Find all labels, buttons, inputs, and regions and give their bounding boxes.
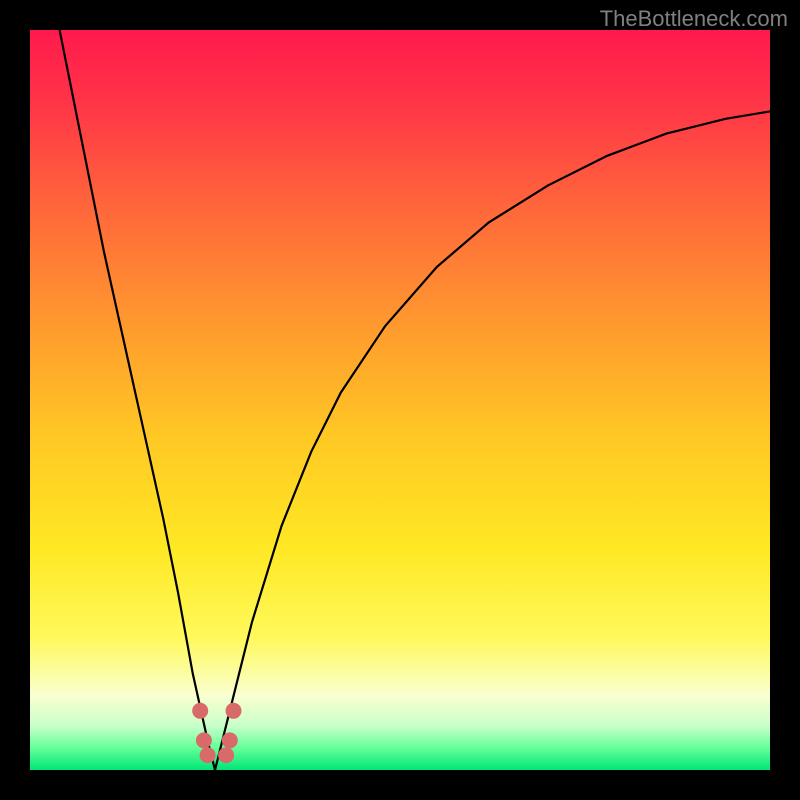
plot-area <box>30 30 770 770</box>
trough-marker <box>192 703 208 719</box>
curve-layer <box>30 30 770 770</box>
chart-frame: TheBottleneck.com <box>0 0 800 800</box>
trough-markers-group <box>192 703 241 763</box>
trough-marker <box>200 747 216 763</box>
trough-marker <box>222 732 238 748</box>
bottleneck-curve <box>60 30 770 770</box>
trough-marker <box>218 747 234 763</box>
attribution-text: TheBottleneck.com <box>600 6 788 32</box>
trough-marker <box>196 732 212 748</box>
trough-marker <box>226 703 242 719</box>
